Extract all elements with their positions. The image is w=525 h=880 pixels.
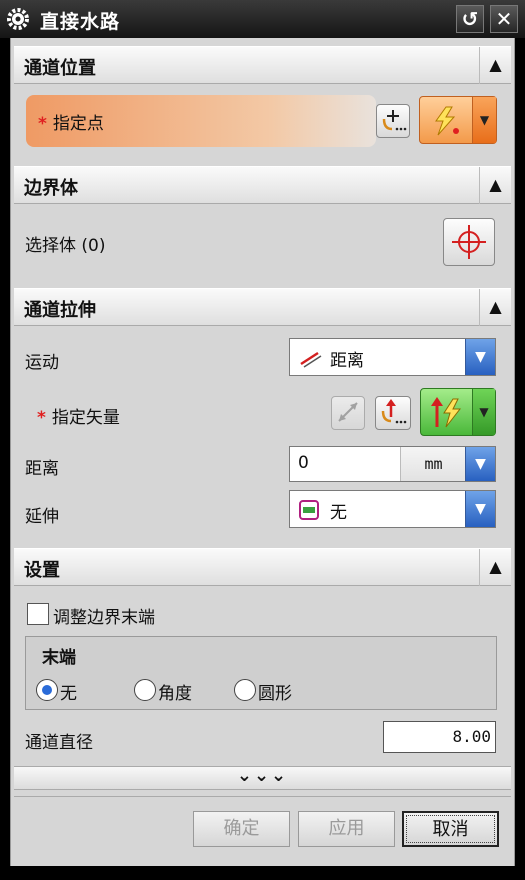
distance-value[interactable]: 0: [298, 453, 309, 473]
section-header-channel-position[interactable]: 通道位置 ▲: [14, 46, 511, 84]
extend-label: 延伸: [25, 507, 59, 527]
motion-value: 距离: [330, 351, 364, 371]
point-inference-dropdown[interactable]: ▼: [419, 96, 497, 144]
end-group: 末端 无 角度 圆形: [25, 636, 497, 710]
collapse-icon[interactable]: ▲: [479, 167, 511, 204]
section-title: 边界体: [24, 178, 78, 199]
specify-point-label: * 指定点: [38, 109, 104, 134]
window-title: 直接水路: [40, 11, 121, 33]
chevron-down-icon[interactable]: ▼: [472, 389, 495, 435]
chevron-down-icon[interactable]: ▼: [465, 447, 495, 481]
section-header-settings[interactable]: 设置 ▲: [14, 548, 511, 586]
chevron-down-icon[interactable]: ▼: [465, 339, 495, 375]
title-bar: 直接水路 ↺ ✕: [0, 0, 525, 38]
end-option-none-radio[interactable]: [36, 679, 58, 701]
reset-icon: ↺: [461, 7, 479, 31]
point-dialog-icon: [382, 110, 407, 131]
divider: [14, 796, 511, 797]
close-button[interactable]: ✕: [490, 5, 518, 33]
motion-select[interactable]: 距离 ▼: [289, 338, 496, 376]
vector-dialog-button[interactable]: [375, 396, 411, 430]
end-option-none-label: 无: [60, 684, 77, 704]
vector-dialog-icon: [381, 399, 407, 424]
channel-diameter-label: 通道直径: [25, 733, 93, 753]
distance-unit: mm: [400, 447, 466, 481]
point-dialog-button[interactable]: [376, 104, 410, 138]
end-option-round-label: 圆形: [258, 684, 292, 704]
section-title: 通道位置: [24, 58, 96, 79]
end-option-angle-radio[interactable]: [134, 679, 156, 701]
none-option-icon: [299, 500, 319, 520]
channel-diameter-field[interactable]: 8.00: [383, 721, 496, 753]
distance-field[interactable]: 0 mm ▼: [289, 446, 496, 482]
gear-icon[interactable]: [6, 7, 30, 31]
distance-label: 距离: [25, 459, 59, 479]
extend-select[interactable]: 无 ▼: [289, 490, 496, 528]
section-title: 通道拉伸: [24, 300, 96, 321]
specify-vector-text: 指定矢量: [51, 408, 120, 428]
adjust-boundary-end-label: 调整边界末端: [53, 608, 155, 628]
reverse-direction-button[interactable]: [331, 396, 365, 430]
adjust-boundary-end-checkbox[interactable]: [27, 603, 49, 625]
collapse-icon[interactable]: ▲: [479, 549, 511, 586]
cancel-button[interactable]: 取消: [402, 811, 499, 847]
select-body-label: 选择体 (0): [25, 236, 106, 256]
specify-point-row[interactable]: * 指定点: [26, 95, 376, 147]
end-option-round-radio[interactable]: [234, 679, 256, 701]
reverse-direction-icon: [338, 402, 358, 422]
section-header-boundary[interactable]: 边界体 ▲: [14, 166, 511, 204]
extend-value: 无: [330, 503, 347, 523]
section-header-channel-extrude[interactable]: 通道拉伸 ▲: [14, 288, 511, 326]
collapse-icon[interactable]: ▲: [479, 289, 511, 326]
motion-label: 运动: [25, 353, 59, 373]
end-group-title: 末端: [42, 648, 76, 668]
collapse-icon[interactable]: ▲: [479, 47, 511, 84]
chevron-down-icon[interactable]: ▼: [472, 97, 496, 143]
distance-line-icon: [300, 351, 322, 368]
required-star: *: [37, 408, 46, 428]
vector-inference-dropdown[interactable]: ▼: [420, 388, 496, 436]
more-options-toggle[interactable]: ⌄⌄⌄: [14, 766, 511, 790]
crosshair-icon: [452, 225, 486, 259]
reset-button[interactable]: ↺: [456, 5, 484, 33]
lightning-vector-icon: [431, 397, 462, 428]
specify-point-text: 指定点: [52, 114, 104, 134]
specify-vector-label: * 指定矢量: [37, 403, 120, 428]
lightning-point-icon: [435, 106, 459, 136]
ok-button[interactable]: 确定: [193, 811, 290, 847]
end-option-angle-label: 角度: [158, 684, 192, 704]
apply-button[interactable]: 应用: [298, 811, 395, 847]
select-body-button[interactable]: [443, 218, 495, 266]
required-star: *: [38, 114, 47, 134]
chevron-down-icon[interactable]: ▼: [465, 491, 495, 527]
close-icon: ✕: [495, 7, 513, 31]
section-title: 设置: [24, 560, 60, 581]
dialog-panel: 通道位置 ▲ * 指定点 ▼ 边界体 ▲ 选择体 (0) 通道拉伸 ▲ 运动 距…: [10, 38, 515, 866]
